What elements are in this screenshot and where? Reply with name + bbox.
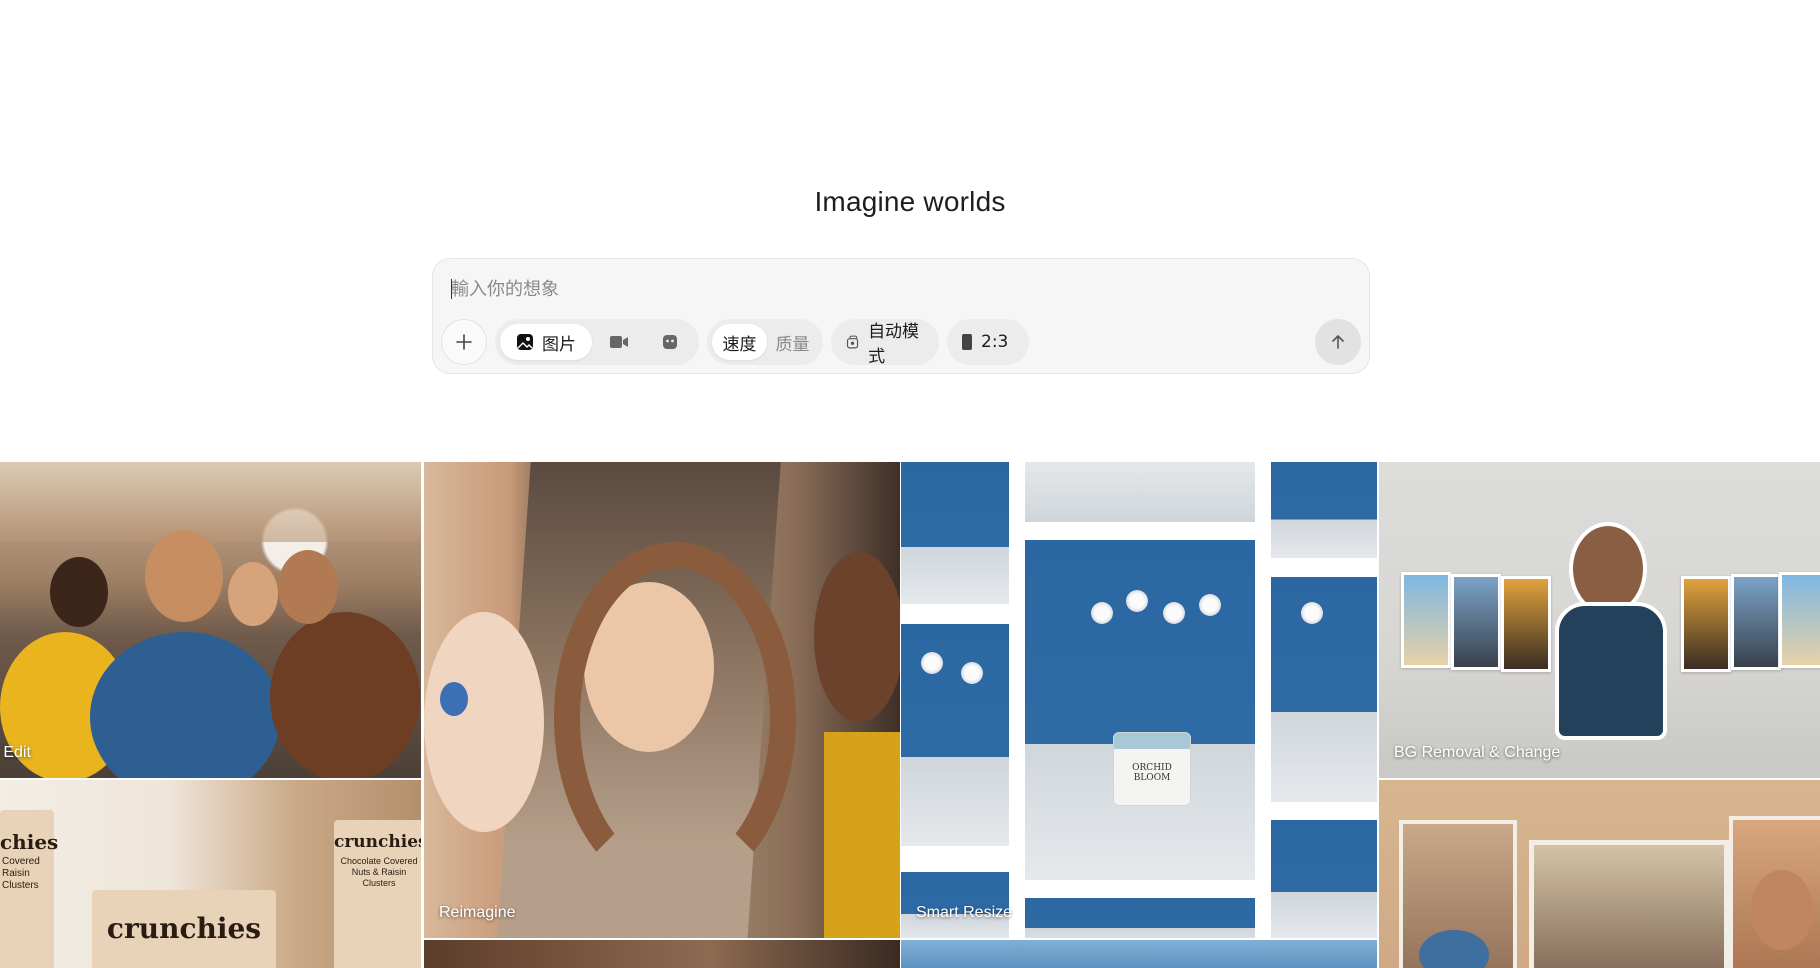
- orchid-flower: [1091, 602, 1113, 624]
- text-caret: [451, 279, 452, 299]
- tab-video[interactable]: [592, 324, 646, 360]
- orchid-flower: [1126, 590, 1148, 612]
- gallery-tile-collage[interactable]: [1379, 780, 1820, 968]
- add-attachment-button[interactable]: [441, 319, 487, 365]
- gallery-tile-bg-removal[interactable]: BG Removal & Change: [1379, 462, 1820, 778]
- resize-panel: [1025, 898, 1255, 938]
- bag-text: chies: [0, 830, 59, 854]
- real-person-face: [814, 552, 900, 722]
- auto-mode-icon: [846, 335, 859, 349]
- doll-eye: [440, 682, 468, 716]
- auto-mode-label: 自动模式: [868, 322, 920, 367]
- orchid-flower: [1163, 602, 1185, 624]
- person-head: [50, 557, 108, 627]
- anime-hair: [554, 542, 796, 894]
- gallery-tile-photo-edit[interactable]: o Edit: [0, 462, 421, 778]
- tab-speed[interactable]: 速度: [712, 324, 767, 360]
- tab-quality-label: 质量: [775, 334, 810, 355]
- background-card: [1779, 572, 1820, 668]
- product-bag: crunchies: [92, 890, 276, 968]
- tile-label: BG Removal & Change: [1394, 744, 1561, 761]
- send-button[interactable]: [1315, 319, 1361, 365]
- woman-face: [1751, 870, 1813, 950]
- video-icon: [610, 336, 628, 348]
- resize-panel: [1025, 462, 1255, 522]
- gallery-tile-partial[interactable]: [901, 940, 1377, 968]
- feature-gallery: o Edit Reimagine: [0, 462, 1820, 968]
- doll-face: [424, 612, 544, 832]
- background-card: [1401, 572, 1451, 668]
- tab-speed-label: 速度: [722, 334, 757, 355]
- portrait-ratio-icon: [962, 334, 972, 350]
- orchid-flower: [1199, 594, 1221, 616]
- resize-panel: [1271, 462, 1377, 558]
- arrow-up-icon: [1332, 335, 1344, 349]
- person-plaid-shirt: [270, 612, 420, 778]
- product-bag: crunchies Chocolate Covered Nuts & Raisi…: [334, 820, 421, 968]
- aspect-ratio-button[interactable]: 2:3: [947, 319, 1029, 365]
- aspect-ratio-label: 2:3: [981, 332, 1009, 352]
- gallery-tile-partial[interactable]: [424, 940, 900, 968]
- page-title: Imagine worlds: [814, 186, 1006, 217]
- resize-panel: [901, 462, 1009, 604]
- collage-piece: [1529, 840, 1729, 968]
- tab-image[interactable]: 图片: [500, 324, 592, 360]
- mode-segmented-control: 图片: [495, 319, 699, 365]
- tile-label: o Edit: [0, 744, 31, 761]
- page: Imagine worlds 图片: [0, 0, 1820, 968]
- tab-quality[interactable]: 质量: [767, 324, 818, 360]
- yellow-sweater: [824, 732, 900, 938]
- tab-character[interactable]: [646, 324, 694, 360]
- character-icon: [663, 335, 677, 349]
- bag-text: crunchies: [334, 832, 421, 852]
- resize-panel: [1271, 577, 1377, 802]
- background-card: [1501, 576, 1551, 672]
- plus-icon: [456, 334, 472, 350]
- person-head: [228, 562, 278, 626]
- bag-text: crunchies: [106, 912, 262, 945]
- gallery-tile-smart-resize[interactable]: ORCHID BLOOM Smart Resize: [901, 462, 1377, 938]
- tile-label: Smart Resize: [916, 904, 1013, 921]
- orchid-flower: [1301, 602, 1323, 624]
- tab-image-label: 图片: [542, 334, 576, 355]
- orchid-flower: [921, 652, 943, 674]
- background-card: [1451, 574, 1501, 670]
- orchid-flower: [961, 662, 983, 684]
- street-backdrop: [0, 462, 421, 542]
- woman-dress: [1555, 602, 1667, 740]
- product-bag: chies Covered Raisin Clusters: [0, 810, 59, 968]
- tile-label: Reimagine: [439, 904, 516, 921]
- resize-panel: [901, 624, 1009, 846]
- jar-brand-text: ORCHID BLOOM: [1132, 763, 1172, 783]
- gallery-tile-product[interactable]: chies Covered Raisin Clusters crunchies …: [0, 780, 421, 968]
- product-jar: ORCHID BLOOM: [1113, 732, 1191, 806]
- background-card: [1681, 576, 1731, 672]
- auto-mode-button[interactable]: 自动模式: [831, 319, 939, 367]
- bag-subtext: Chocolate Covered Nuts & Raisin Clusters: [340, 856, 418, 888]
- prompt-composer: 图片 速度: [432, 258, 1370, 374]
- composer-toolbar: 图片 速度 质量 自动模式 2:3: [441, 319, 1361, 367]
- person-blue-jacket: [90, 632, 280, 778]
- person-head: [278, 550, 338, 624]
- person-head: [145, 530, 223, 622]
- bag-subtext: Covered Raisin Clusters: [2, 856, 40, 891]
- image-icon: [517, 334, 533, 350]
- gallery-tile-reimagine[interactable]: Reimagine: [424, 462, 900, 938]
- background-card: [1731, 574, 1781, 670]
- speed-quality-toggle: 速度 质量: [707, 319, 823, 365]
- prompt-input[interactable]: [449, 273, 1333, 305]
- resize-panel: [1271, 820, 1377, 938]
